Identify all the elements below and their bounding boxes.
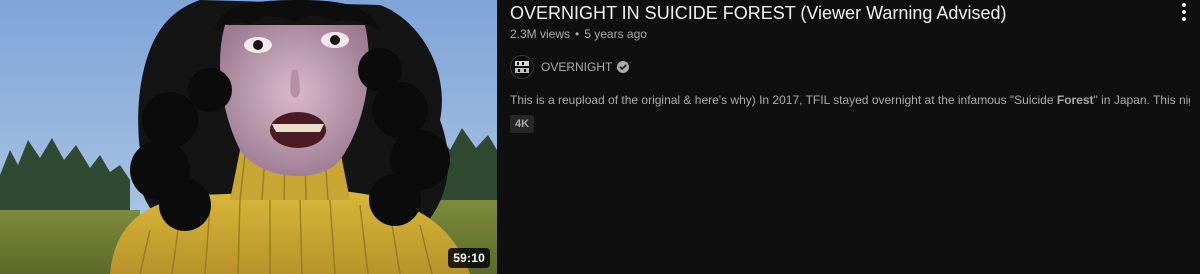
separator-dot: • <box>575 27 580 41</box>
thumbnail-image <box>0 0 497 274</box>
video-stats: 2.3M views • 5 years ago <box>510 26 647 42</box>
snippet-text-before: This is a reupload of the original & her… <box>510 93 1057 107</box>
snippet-highlight: Forest <box>1056 93 1094 107</box>
view-count: 2.3M views <box>510 27 571 41</box>
video-title[interactable]: OVERNIGHT IN SUICIDE FOREST (Viewer Warn… <box>510 2 1006 24</box>
verified-check-icon <box>617 61 630 73</box>
channel-name[interactable]: OVERNIGHT <box>541 60 612 74</box>
channel-row[interactable]: OVERNIGHT <box>510 55 630 79</box>
more-vertical-icon <box>1182 3 1186 21</box>
snippet-text-after: " in Japan. This night ... <box>1093 93 1190 107</box>
more-options-button[interactable] <box>1172 0 1196 24</box>
channel-logo <box>511 56 533 78</box>
upload-age: 5 years ago <box>584 27 647 41</box>
video-thumbnail[interactable]: 59:10 <box>0 0 497 274</box>
duration-badge: 59:10 <box>448 248 490 268</box>
quality-badge: 4K <box>510 115 535 133</box>
channel-avatar[interactable] <box>510 55 534 79</box>
video-result[interactable]: 59:10 OVERNIGHT IN SUICIDE FOREST (Viewe… <box>0 0 1200 274</box>
video-description-snippet: This is a reupload of the original & her… <box>510 92 1190 109</box>
